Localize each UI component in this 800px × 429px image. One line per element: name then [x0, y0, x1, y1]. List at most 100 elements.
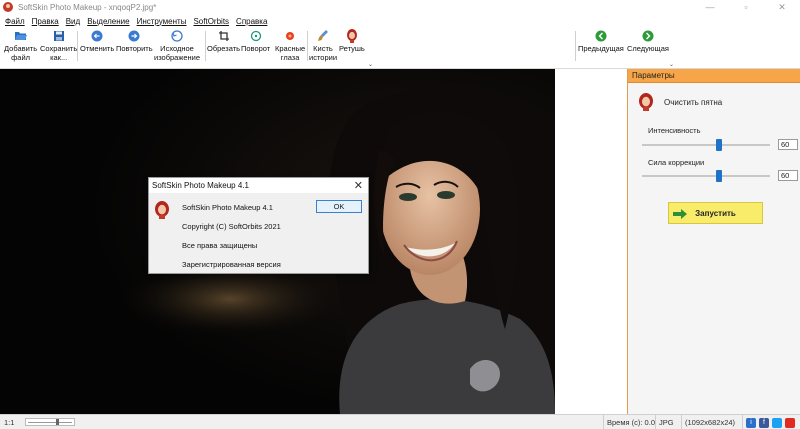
rotate-icon: [249, 29, 263, 42]
original-image-button[interactable]: Исходное изображение: [154, 29, 200, 62]
crop-button[interactable]: Обрезать: [207, 29, 240, 53]
correction-slider[interactable]: [642, 170, 770, 182]
red-eye-icon: [283, 29, 297, 42]
crop-label: Обрезать: [207, 44, 241, 53]
save-icon: [52, 29, 66, 42]
zoom-slider[interactable]: [25, 418, 75, 426]
tool-name: Очистить пятна: [664, 98, 723, 107]
next-button[interactable]: Следующая: [627, 29, 669, 53]
title-bar: SoftSkin Photo Makeup - xnqoqP2.jpg* — ▫…: [0, 0, 800, 14]
dims-text: (1092x682x24): [685, 418, 736, 427]
youtube-icon[interactable]: [785, 417, 795, 428]
red-eye-button[interactable]: Красные глаза: [275, 29, 305, 62]
arrow-right-icon: [641, 29, 655, 42]
intensity-value[interactable]: 60: [778, 139, 798, 150]
menu-view[interactable]: Вид: [66, 17, 80, 26]
rotate-button[interactable]: Поворот: [241, 29, 270, 53]
close-button[interactable]: ✕: [764, 0, 800, 14]
run-button[interactable]: Запустить: [668, 202, 763, 224]
redo-label: Повторить: [116, 44, 153, 53]
history-brush-button[interactable]: Кисть истории: [309, 29, 337, 62]
folder-open-icon: [14, 29, 28, 42]
previous-label: Предыдущая: [578, 44, 624, 53]
add-file-label-1: Добавить: [4, 44, 38, 53]
correction-label: Сила коррекции: [648, 158, 705, 167]
ok-button[interactable]: OK: [316, 200, 362, 213]
intensity-slider-thumb[interactable]: [715, 139, 722, 151]
app-icon: [3, 2, 13, 12]
format-text: JPG: [659, 418, 674, 427]
social-cell: i f: [742, 415, 800, 429]
dialog-close-button[interactable]: ✕: [354, 179, 363, 192]
add-file-label-2: файл: [11, 53, 31, 62]
rotate-label: Поворот: [241, 44, 271, 53]
dialog-body: SoftSkin Photo Makeup 4.1 Copyright (C) …: [149, 193, 368, 273]
red-eye-label-1: Красные: [275, 44, 306, 53]
retouch-label: Ретушь: [339, 44, 365, 53]
intensity-slider[interactable]: [642, 139, 770, 151]
menu-tools[interactable]: Инструменты: [137, 17, 187, 26]
parameters-header: Параметры: [628, 69, 800, 83]
toolbar-separator: [77, 31, 78, 61]
zoom-slider-thumb[interactable]: [56, 419, 59, 425]
correction-value[interactable]: 60: [778, 170, 798, 181]
crop-icon: [217, 29, 231, 42]
info-icon[interactable]: i: [746, 417, 756, 428]
zoom-ratio: 1:1: [4, 418, 15, 427]
undo-button[interactable]: Отменить: [80, 29, 114, 53]
app-logo-icon: [155, 201, 169, 219]
menu-help[interactable]: Справка: [236, 17, 267, 26]
run-label: Запустить: [695, 208, 736, 218]
about-dialog: SoftSkin Photo Makeup 4.1 ✕ SoftSkin Pho…: [148, 177, 369, 274]
zoom-slider-track: [28, 422, 72, 423]
toolbar-separator: [205, 31, 206, 61]
retouch-face-icon: [345, 28, 359, 43]
menu-edit[interactable]: Правка: [32, 17, 59, 26]
red-eye-label-2: глаза: [280, 53, 300, 62]
correction-slider-thumb[interactable]: [715, 170, 722, 182]
format-cell: JPG: [655, 415, 681, 429]
intensity-label: Интенсивность: [648, 126, 701, 135]
history-brush-label-2: истории: [309, 53, 338, 62]
status-bar: 1:1 Время (с): 0.0 JPG (1092x682x24) i f: [0, 414, 800, 429]
previous-button[interactable]: Предыдущая: [578, 29, 624, 53]
menu-bar: Файл Правка Вид Выделение Инструменты So…: [0, 15, 800, 27]
undo-icon: [90, 29, 104, 42]
maximize-button[interactable]: ▫: [728, 0, 764, 14]
redo-icon: [127, 29, 141, 42]
time-text: Время (с): 0.0: [607, 418, 655, 427]
menu-softorbits[interactable]: SoftOrbits: [193, 17, 229, 26]
arrow-left-icon: [594, 29, 608, 42]
menu-selection[interactable]: Выделение: [87, 17, 129, 26]
undo-label: Отменить: [80, 44, 115, 53]
redo-button[interactable]: Повторить: [116, 29, 153, 53]
add-file-button[interactable]: Добавить файл: [4, 29, 37, 62]
save-as-label-1: Сохранить: [40, 44, 78, 53]
dims-cell: (1092x682x24): [681, 415, 742, 429]
canvas-margin: [555, 69, 627, 414]
window-controls: — ▫ ✕: [692, 0, 800, 14]
twitter-icon[interactable]: [772, 417, 782, 428]
minimize-button[interactable]: —: [692, 0, 728, 14]
dialog-title: SoftSkin Photo Makeup 4.1: [152, 181, 249, 190]
dialog-line-copyright: Copyright (C) SoftOrbits 2021: [182, 222, 281, 231]
arrow-right-icon: [673, 209, 687, 219]
dialog-line-rights: Все права защищены: [182, 241, 258, 250]
facebook-icon[interactable]: f: [759, 417, 769, 428]
brush-icon: [316, 29, 330, 42]
next-label: Следующая: [627, 44, 669, 53]
original-image-label-2: изображение: [154, 53, 201, 62]
toolbar-expand-chevron-2[interactable]: ⌄: [669, 61, 674, 68]
app-window: SoftSkin Photo Makeup - xnqoqP2.jpg* — ▫…: [0, 0, 800, 429]
retouch-button[interactable]: Ретушь: [339, 28, 365, 53]
toolbar-expand-chevron[interactable]: ⌄: [368, 61, 373, 68]
menu-file[interactable]: Файл: [5, 17, 25, 26]
retouch-face-icon: [639, 93, 653, 111]
history-brush-label-1: Кисть: [313, 44, 333, 53]
time-cell: Время (с): 0.0: [603, 415, 655, 429]
original-image-label-1: Исходное: [160, 44, 194, 53]
toolbar-separator: [575, 31, 576, 61]
window-title: SoftSkin Photo Makeup - xnqoqP2.jpg*: [18, 2, 157, 12]
save-as-button[interactable]: Сохранить как...: [40, 29, 77, 62]
save-as-label-2: как...: [50, 53, 68, 62]
